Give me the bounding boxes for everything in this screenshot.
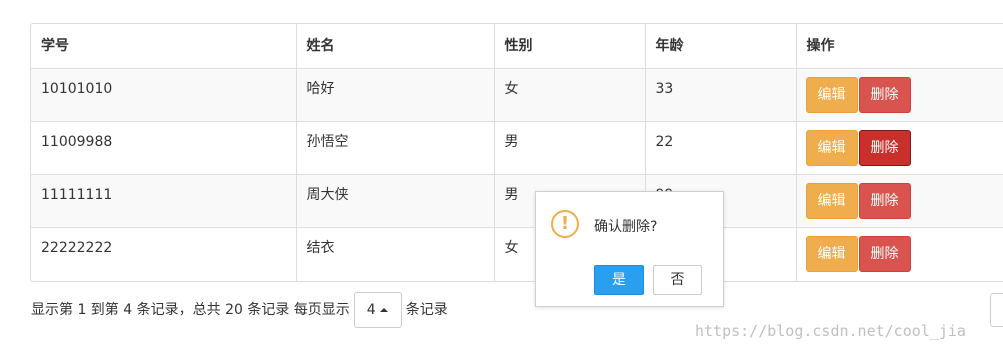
pagination-control[interactable] (990, 293, 1003, 327)
table-header-row: 学号 姓名 性别 年龄 操作 (31, 24, 1003, 69)
page-size-value: 4 (366, 302, 376, 318)
confirm-message: 确认删除? (594, 219, 658, 235)
header-actions: 操作 (796, 24, 1003, 69)
pagination-summary: 显示第 1 到第 4 条记录，总共 20 条记录 每页显示 (31, 302, 350, 318)
page-size-select[interactable]: 4 (353, 292, 402, 328)
watermark-url: https://blog.csdn.net/cool_jia (695, 322, 966, 340)
header-student-id: 学号 (31, 24, 297, 69)
cell-student-id: 11111111 (31, 174, 297, 228)
confirm-yes-button[interactable]: 是 (594, 265, 644, 295)
cell-student-id: 10101010 (31, 68, 297, 122)
delete-button-active[interactable]: 删除 (858, 130, 911, 166)
cell-actions: 编辑 删除 (796, 228, 1003, 281)
delete-button[interactable]: 删除 (858, 183, 911, 219)
cell-gender: 男 (494, 121, 646, 175)
table-row: 22222222 结衣 女 编辑 删除 (31, 227, 1003, 281)
pagination-info: 显示第 1 到第 4 条记录，总共 20 条记录 每页显示 4 条记录 (31, 292, 448, 328)
header-gender: 性别 (494, 24, 646, 69)
cell-name: 结衣 (296, 227, 495, 281)
edit-button[interactable]: 编辑 (805, 236, 858, 272)
table-row: 11111111 周大侠 男 99 编辑删除 (31, 174, 1003, 228)
warning-icon: ! (551, 210, 579, 238)
cell-actions: 编辑 删除 (796, 68, 1003, 122)
cell-name: 哈好 (296, 68, 495, 122)
confirm-no-button[interactable]: 否 (653, 265, 702, 295)
cell-age: 22 (645, 121, 797, 175)
cell-name: 孙悟空 (296, 121, 495, 175)
header-name: 姓名 (296, 24, 495, 69)
data-table: 学号 姓名 性别 年龄 操作 10101010 哈好 女 33 编辑 删除 110… (30, 23, 1003, 282)
cell-actions: 编辑 删除 (796, 121, 1003, 175)
caret-up-icon (379, 308, 388, 312)
cell-student-id: 22222222 (31, 227, 297, 281)
pagination-suffix: 条记录 (405, 302, 448, 318)
delete-button[interactable]: 删除 (858, 77, 911, 113)
cell-gender: 女 (494, 68, 646, 122)
table-row: 10101010 哈好 女 33 编辑 删除 (31, 68, 1003, 122)
confirm-delete-popover: ! 确认删除? 是 否 (535, 191, 724, 307)
table-row: 11009988 孙悟空 男 22 编辑 删除 (31, 121, 1003, 175)
cell-name: 周大侠 (296, 174, 495, 228)
header-age: 年龄 (645, 24, 797, 69)
cell-age: 33 (645, 68, 797, 122)
cell-student-id: 11009988 (31, 121, 297, 175)
delete-button[interactable]: 删除 (858, 236, 911, 272)
cell-actions: 编辑 删除 (796, 174, 1003, 228)
edit-button[interactable]: 编辑 (805, 130, 858, 166)
edit-button[interactable]: 编辑 (805, 77, 858, 113)
edit-button[interactable]: 编辑 (805, 183, 858, 219)
